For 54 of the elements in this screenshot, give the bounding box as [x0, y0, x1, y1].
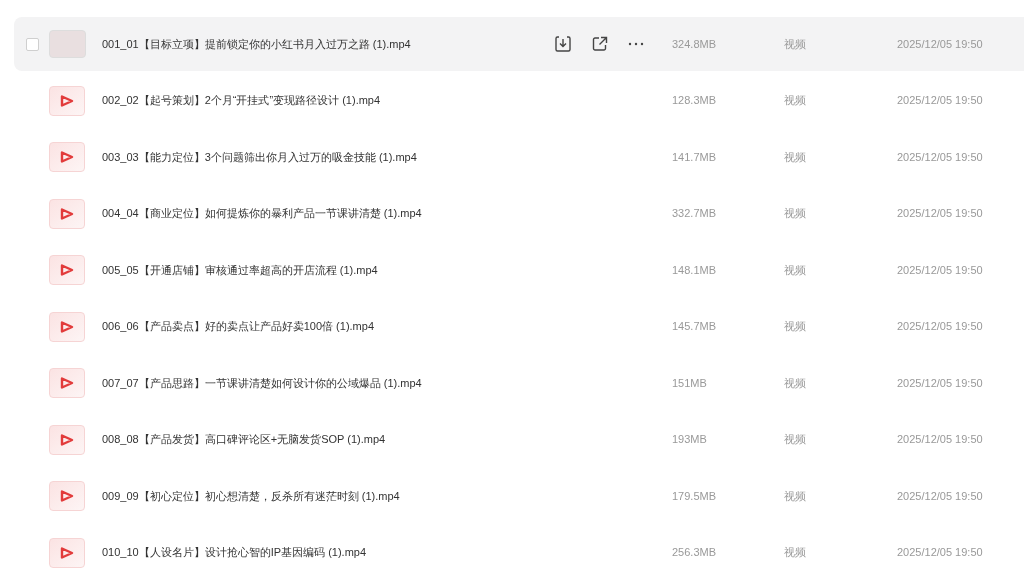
modified-time: 2025/12/05 19:50	[897, 262, 983, 278]
file-type: 视频	[784, 488, 807, 504]
modified-time: 2025/12/05 19:50	[897, 319, 983, 335]
file-size: 324.8MB	[672, 36, 718, 52]
more-icon[interactable]	[628, 42, 644, 46]
file-type: 视频	[784, 545, 807, 561]
file-type: 视频	[784, 432, 807, 448]
file-row[interactable]: 002_02【起号策划】2个月“开挂式”变现路径设计 (1).mp4 128.3MB 视频 2025/12/05 19:50	[14, 73, 1024, 128]
row-checkbox[interactable]	[26, 37, 39, 51]
file-size: 128.3MB	[672, 93, 718, 109]
file-name[interactable]: 007_07【产品思路】一节课讲清楚如何设计你的公域爆品 (1).mp4	[102, 374, 542, 392]
file-type: 视频	[784, 149, 807, 165]
file-row[interactable]: 010_10【人设名片】设计抢心智的IP基因编码 (1).mp4 256.3MB 视频 2025/12/05 19:50	[14, 525, 1024, 580]
file-type: 视频	[784, 319, 807, 335]
file-row[interactable]: 004_04【商业定位】如何提炼你的暴利产品一节课讲清楚 (1).mp4 332.7MB 视频 2025/12/05 19:50	[14, 186, 1024, 241]
modified-time: 2025/12/05 19:50	[897, 488, 983, 504]
file-row[interactable]: 003_03【能力定位】3个问题筛出你月入过万的吸金技能 (1).mp4 141.7MB 视频 2025/12/05 19:50	[14, 130, 1024, 184]
file-name[interactable]: 006_06【产品卖点】好的卖点让产品好卖100倍 (1).mp4	[102, 318, 542, 335]
file-row[interactable]: 007_07【产品思路】一节课讲清楚如何设计你的公域爆品 (1).mp4 151MB 视频 2025/12/05 19:50	[14, 356, 1024, 410]
file-size: 148.1MB	[672, 262, 718, 278]
modified-time: 2025/12/05 19:50	[897, 149, 983, 165]
file-size: 151MB	[672, 375, 708, 391]
file-name[interactable]: 001_01【目标立项】提前锁定你的小红书月入过万之路 (1).mp4	[102, 35, 542, 53]
file-row[interactable]: 001_01【目标立项】提前锁定你的小红书月入过万之路 (1).mp4 324.8MB 视频 2025/12/05 19:50	[14, 17, 1024, 71]
file-name[interactable]: 009_09【初心定位】初心想清楚，反杀所有迷茫时刻 (1).mp4	[102, 487, 542, 505]
file-type: 视频	[784, 375, 807, 391]
file-row[interactable]: 005_05【开通店铺】审核通过率超高的开店流程 (1).mp4 148.1MB 视频 2025/12/05 19:50	[14, 243, 1024, 297]
file-row[interactable]: 008_08【产品发货】高口碑评论区+无脑发货SOP (1).mp4 193MB 视频 2025/12/05 19:50	[14, 412, 1024, 467]
modified-time: 2025/12/05 19:50	[897, 93, 983, 109]
download-icon[interactable]	[554, 35, 572, 53]
file-size: 256.3MB	[672, 545, 718, 561]
file-name[interactable]: 010_10【人设名片】设计抢心智的IP基因编码 (1).mp4	[102, 544, 542, 561]
modified-time: 2025/12/05 19:50	[897, 375, 983, 391]
file-name[interactable]: 004_04【商业定位】如何提炼你的暴利产品一节课讲清楚 (1).mp4	[102, 205, 542, 222]
modified-time: 2025/12/05 19:50	[897, 36, 983, 52]
file-name[interactable]: 002_02【起号策划】2个月“开挂式”变现路径设计 (1).mp4	[102, 92, 542, 109]
modified-time: 2025/12/05 19:50	[897, 432, 983, 448]
share-icon[interactable]	[592, 36, 608, 52]
file-row[interactable]: 009_09【初心定位】初心想清楚，反杀所有迷茫时刻 (1).mp4 179.5MB 视频 2025/12/05 19:50	[14, 469, 1024, 523]
file-name[interactable]: 003_03【能力定位】3个问题筛出你月入过万的吸金技能 (1).mp4	[102, 148, 542, 166]
file-type: 视频	[784, 93, 807, 109]
file-size: 141.7MB	[672, 149, 718, 165]
file-size: 179.5MB	[672, 488, 718, 504]
modified-time: 2025/12/05 19:50	[897, 206, 983, 222]
file-type: 视频	[784, 36, 807, 52]
file-type: 视频	[784, 206, 807, 222]
file-name[interactable]: 008_08【产品发货】高口碑评论区+无脑发货SOP (1).mp4	[102, 431, 542, 448]
file-size: 332.7MB	[672, 206, 718, 222]
file-size: 145.7MB	[672, 319, 718, 335]
file-name[interactable]: 005_05【开通店铺】审核通过率超高的开店流程 (1).mp4	[102, 261, 542, 279]
file-type: 视频	[784, 262, 807, 278]
file-row[interactable]: 006_06【产品卖点】好的卖点让产品好卖100倍 (1).mp4 145.7MB 视频 2025/12/05 19:50	[14, 299, 1024, 354]
modified-time: 2025/12/05 19:50	[897, 545, 983, 561]
file-size: 193MB	[672, 432, 708, 448]
